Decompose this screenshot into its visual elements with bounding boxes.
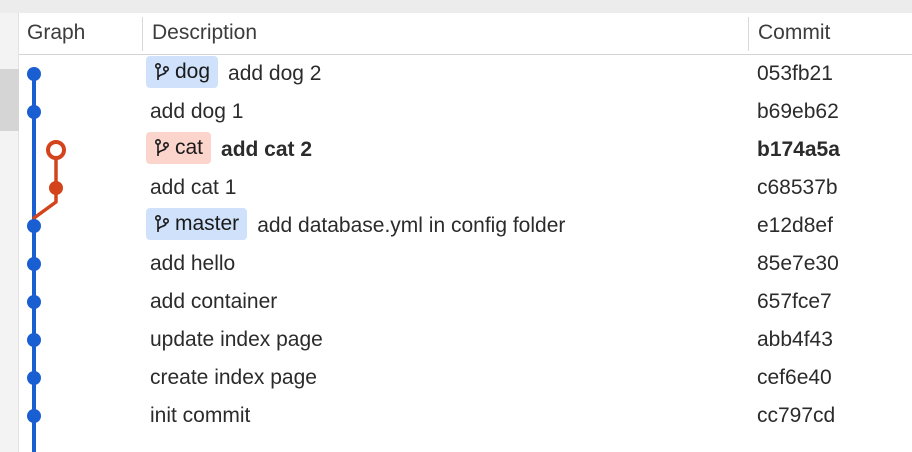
branch-icon: [154, 62, 170, 80]
description-cell: dog add dog 2: [146, 55, 321, 93]
commit-message: create index page: [150, 366, 317, 389]
commit-message: add database.yml in config folder: [257, 214, 566, 237]
commit-message: add dog 1: [150, 100, 244, 123]
commit-message: add cat 2: [221, 138, 313, 161]
commit-row[interactable]: cat add cat 2 b174a5a: [0, 131, 912, 169]
commit-row[interactable]: master add database.yml in config folder e…: [0, 207, 912, 245]
branch-badge-master[interactable]: master: [146, 208, 248, 240]
header-graph[interactable]: Graph: [27, 13, 85, 54]
header-description[interactable]: Description: [152, 13, 257, 54]
commit-message: add hello: [150, 252, 236, 275]
commit-row[interactable]: dog add dog 2 053fb21: [0, 55, 912, 93]
column-header: Graph Description Commit: [19, 13, 912, 55]
commit-hash: cef6e40: [757, 366, 832, 389]
column-separator[interactable]: [748, 17, 749, 51]
commit-row[interactable]: add hello 85e7e30: [0, 245, 912, 283]
commit-row[interactable]: update index page abb4f43: [0, 321, 912, 359]
description-cell: create index page: [146, 359, 317, 397]
commit-hash: 85e7e30: [757, 252, 839, 275]
branch-badge-label: dog: [175, 60, 211, 83]
commit-message: update index page: [150, 328, 323, 351]
branch-badge-cat[interactable]: cat: [146, 132, 212, 164]
commit-row[interactable]: add dog 1 b69eb62: [0, 93, 912, 131]
description-cell: master add database.yml in config folder: [146, 207, 565, 245]
commit-row[interactable]: create index page cef6e40: [0, 359, 912, 397]
branch-icon: [154, 214, 170, 232]
branch-icon: [154, 138, 170, 156]
branch-badge-label: cat: [175, 136, 204, 159]
window-top-strip: [0, 0, 912, 13]
description-cell: add hello: [146, 245, 235, 283]
commit-message: add dog 2: [228, 62, 322, 85]
description-cell: update index page: [146, 321, 323, 359]
column-separator[interactable]: [142, 17, 143, 51]
commit-hash: b69eb62: [757, 100, 839, 123]
description-cell: init commit: [146, 397, 250, 435]
commit-hash: e12d8ef: [757, 214, 833, 237]
branch-badge-label: master: [175, 212, 240, 235]
description-cell: add dog 1: [146, 93, 243, 131]
description-cell: add cat 1: [146, 169, 236, 207]
commit-hash: c68537b: [757, 176, 838, 199]
commit-row[interactable]: add cat 1 c68537b: [0, 169, 912, 207]
commit-hash: abb4f43: [757, 328, 833, 351]
description-cell: add container: [146, 283, 277, 321]
header-commit[interactable]: Commit: [758, 13, 830, 54]
commit-message: init commit: [150, 404, 251, 427]
commit-row[interactable]: init commit cc797cd: [0, 397, 912, 435]
commit-message: add container: [150, 290, 278, 313]
commit-hash: cc797cd: [757, 404, 836, 427]
description-cell: cat add cat 2: [146, 131, 312, 169]
commit-hash: b174a5a: [757, 138, 840, 161]
commit-row[interactable]: add container 657fce7: [0, 283, 912, 321]
commit-hash: 053fb21: [757, 62, 833, 85]
commit-message: add cat 1: [150, 176, 237, 199]
branch-badge-dog[interactable]: dog: [146, 56, 219, 88]
commit-hash: 657fce7: [757, 290, 832, 313]
